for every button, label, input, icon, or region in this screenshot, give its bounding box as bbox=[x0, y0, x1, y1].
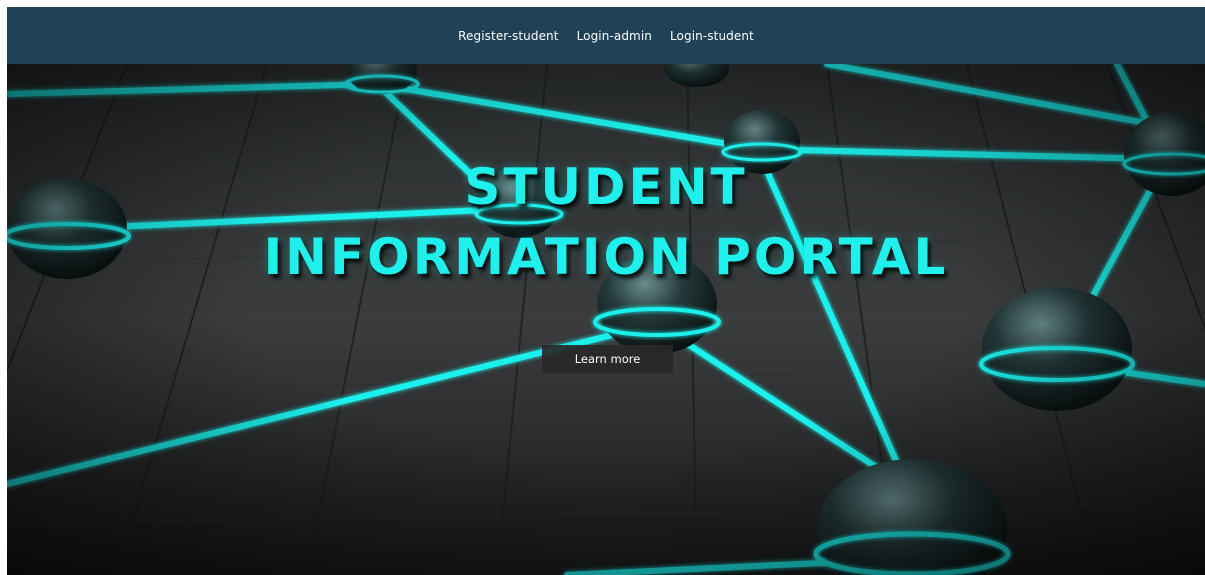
hero-background-network-image bbox=[7, 64, 1205, 575]
hero-title-line-1: STUDENT bbox=[464, 158, 748, 216]
top-navbar: Register-student Login-admin Login-stude… bbox=[7, 7, 1205, 64]
page-frame: Register-student Login-admin Login-stude… bbox=[7, 7, 1205, 575]
nav-login-student-link[interactable]: Login-student bbox=[670, 29, 754, 43]
nav-register-student-link[interactable]: Register-student bbox=[458, 29, 558, 43]
hero-title-line-2: INFORMATION PORTAL bbox=[263, 228, 949, 286]
learn-more-button[interactable]: Learn more bbox=[542, 345, 673, 373]
nav-login-admin-link[interactable]: Login-admin bbox=[577, 29, 652, 43]
hero-section: STUDENT INFORMATION PORTAL Learn more bbox=[7, 64, 1205, 575]
